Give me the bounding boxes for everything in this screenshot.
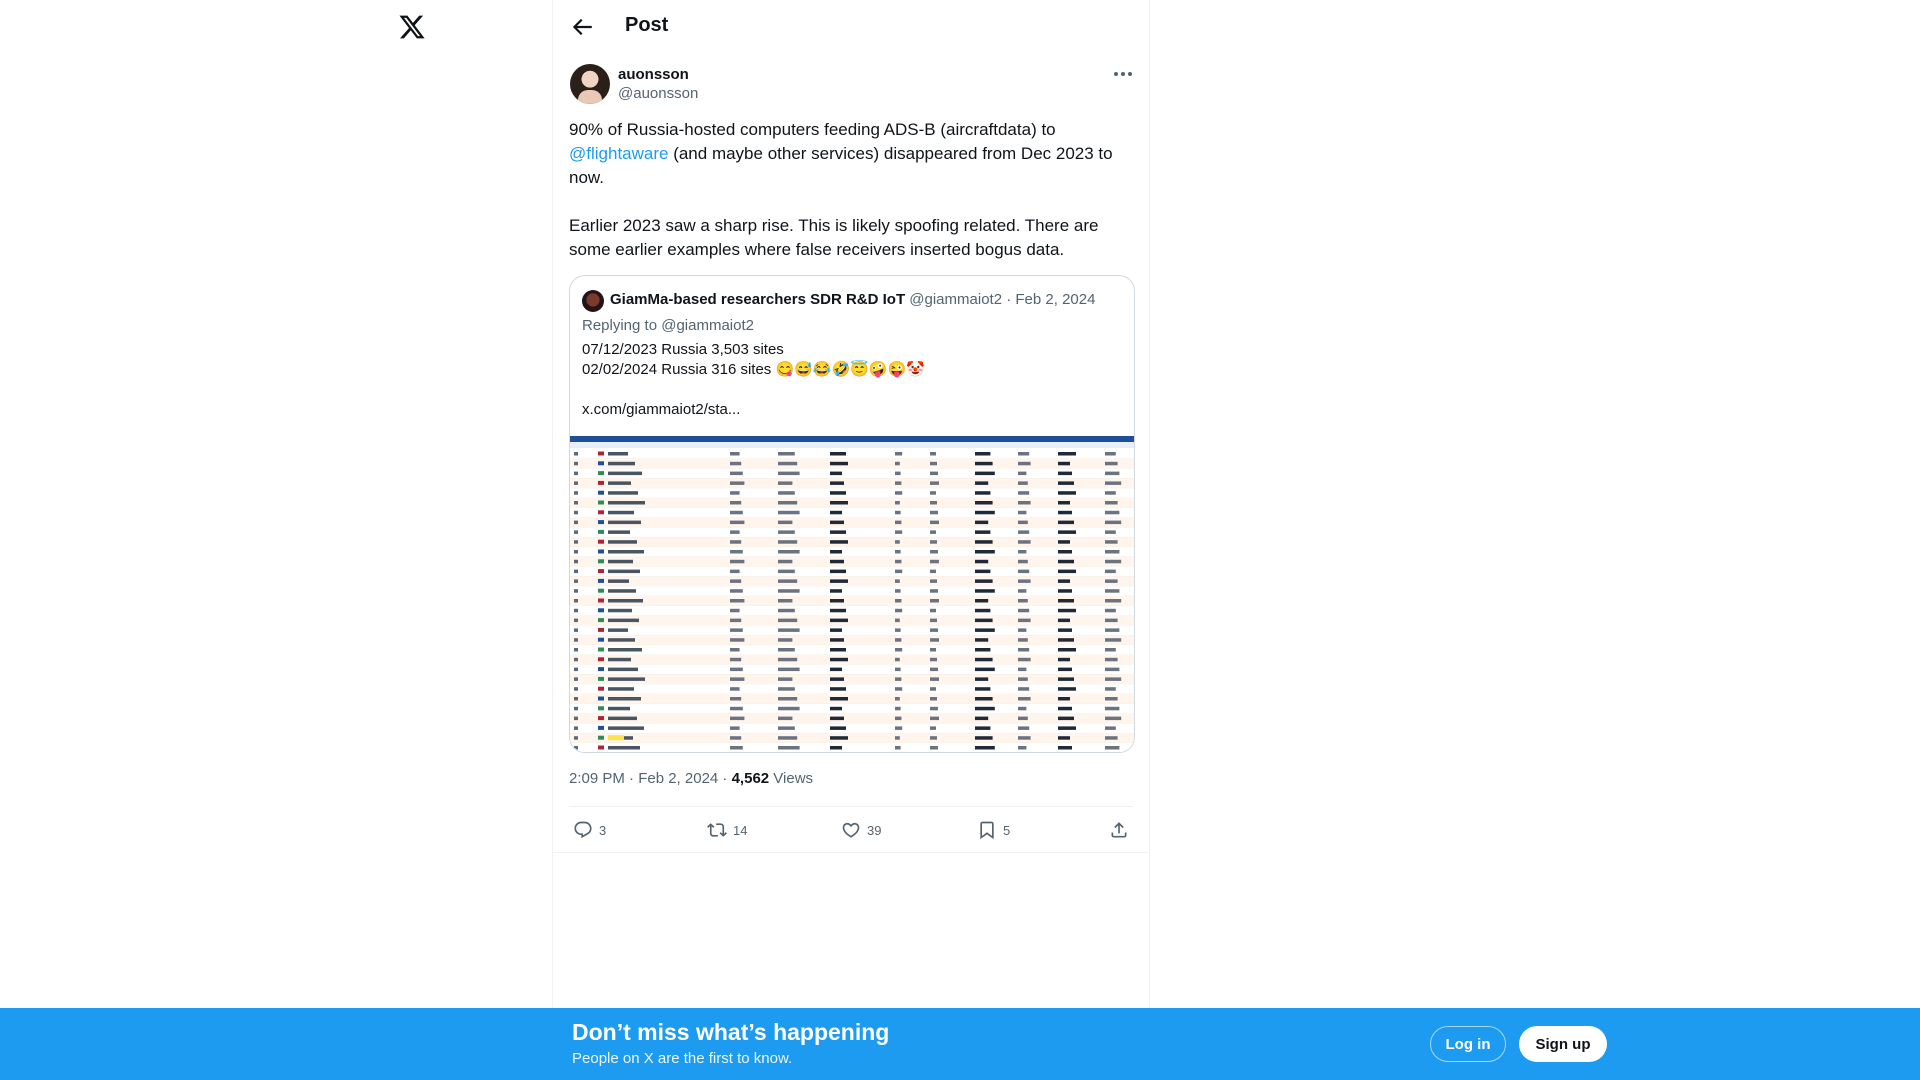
back-arrow-icon[interactable] <box>567 14 597 40</box>
bookmark-count: 5 <box>1003 822 1011 838</box>
like-button[interactable]: 39 <box>841 820 881 840</box>
mention-link[interactable]: @flightaware <box>569 144 668 163</box>
quoted-tweet[interactable]: GiamMa-based researchers SDR R&D IoT @gi… <box>569 275 1135 753</box>
signup-banner: Don’t miss what’s happening People on X … <box>0 1008 1920 1080</box>
quoted-author-handle: @giammaiot2 <box>909 291 1003 308</box>
reply-count: 3 <box>599 822 607 838</box>
page-header: Post <box>553 0 1149 53</box>
banner-title: Don’t miss what’s happening <box>572 1019 890 1045</box>
x-logo-icon[interactable] <box>398 13 426 41</box>
author-avatar[interactable] <box>570 64 610 104</box>
quoted-separator: · <box>1006 291 1016 308</box>
tweet-text: 90% of Russia-hosted computers feeding A… <box>569 118 1135 262</box>
author-name[interactable]: auonsson <box>618 66 689 83</box>
quoted-header: GiamMa-based researchers SDR R&D IoT @gi… <box>610 291 1095 308</box>
quoted-text: 07/12/2023 Russia 3,503 sites 02/02/2024… <box>582 341 925 418</box>
share-button[interactable] <box>1109 820 1129 840</box>
page-title: Post <box>625 14 669 36</box>
views-label: Views <box>769 770 814 787</box>
bookmark-button[interactable]: 5 <box>977 820 1010 840</box>
login-button[interactable]: Log in <box>1430 1026 1506 1062</box>
more-options-icon[interactable] <box>1111 66 1135 82</box>
quoted-author-avatar <box>582 290 604 312</box>
repost-count: 14 <box>733 822 748 838</box>
divider <box>553 852 1149 853</box>
reply-icon <box>574 821 592 839</box>
reply-button[interactable]: 3 <box>573 820 606 840</box>
primary-column: Post auonsson @auonsson 90% of Russia-ho… <box>552 0 1150 1010</box>
view-count: 4,562 <box>731 770 770 787</box>
tweet-text-part1: 90% of Russia-hosted computers feeding A… <box>569 120 1061 139</box>
like-count: 39 <box>867 822 882 838</box>
share-icon <box>1111 822 1127 838</box>
divider <box>569 806 1133 807</box>
action-bar: 3 14 39 5 <box>569 808 1133 850</box>
quoted-date: Feb 2, 2024 <box>1015 291 1096 308</box>
post-timestamp[interactable]: 2:09 PM · Feb 2, 2024 · <box>569 770 732 787</box>
post-meta: 2:09 PM · Feb 2, 2024 · 4,562 Views <box>569 770 813 787</box>
quoted-replying-to: Replying to @giammaiot2 <box>582 317 754 334</box>
repost-icon <box>707 823 727 837</box>
signup-button[interactable]: Sign up <box>1519 1026 1607 1062</box>
quoted-media-image[interactable] <box>570 436 1134 752</box>
quoted-author-name: GiamMa-based researchers SDR R&D IoT <box>610 291 906 308</box>
repost-button[interactable]: 14 <box>707 820 747 840</box>
heart-icon <box>842 822 860 838</box>
author-handle[interactable]: @auonsson <box>618 85 698 102</box>
banner-subtitle: People on X are the first to know. <box>572 1050 793 1067</box>
bookmark-icon <box>980 821 994 840</box>
